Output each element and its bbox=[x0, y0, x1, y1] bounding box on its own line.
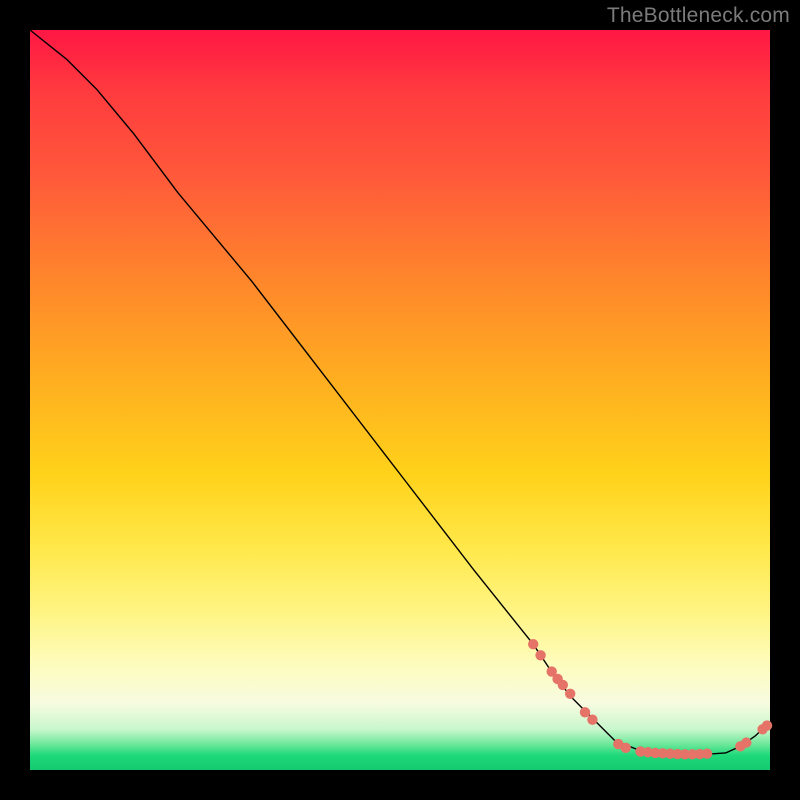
plot-area bbox=[30, 30, 770, 770]
marker-dot bbox=[621, 743, 631, 753]
marker-dot bbox=[565, 689, 575, 699]
marker-dot bbox=[762, 720, 772, 730]
watermark-text: TheBottleneck.com bbox=[607, 4, 790, 28]
marker-dot bbox=[702, 749, 712, 759]
chart-frame: TheBottleneck.com bbox=[0, 0, 800, 800]
marker-group bbox=[528, 639, 772, 760]
marker-dot bbox=[535, 650, 545, 660]
marker-dot bbox=[528, 639, 538, 649]
marker-dot bbox=[741, 737, 751, 747]
curve-svg bbox=[30, 30, 770, 770]
curve-line bbox=[30, 30, 770, 754]
marker-dot bbox=[558, 680, 568, 690]
marker-dot bbox=[587, 714, 597, 724]
marker-dot bbox=[580, 707, 590, 717]
